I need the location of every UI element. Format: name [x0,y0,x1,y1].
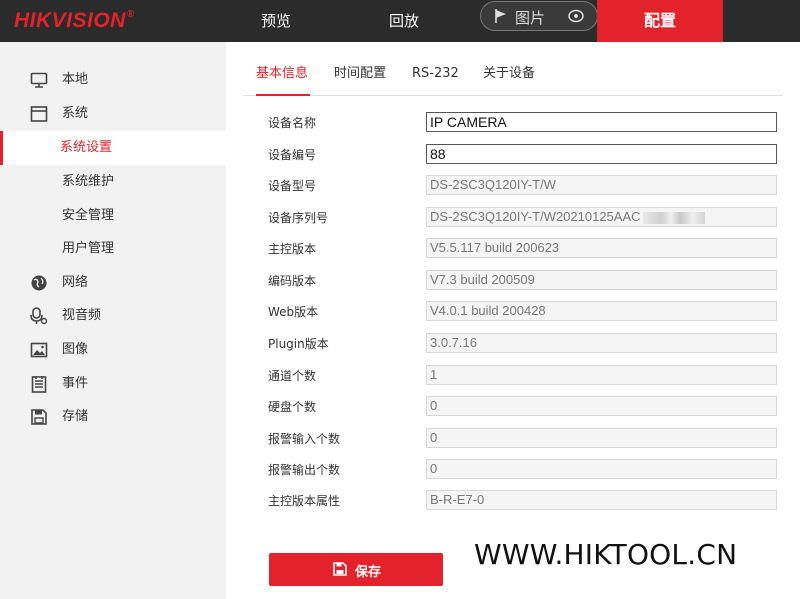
nav-picture[interactable]: 图片 [480,1,598,31]
sidebar-item-label: 用户管理 [62,241,115,256]
field-label: 主控版本 [268,242,317,256]
sidebar-item-security[interactable]: 安全管理 [0,199,226,233]
device-number-input[interactable]: 88 [426,144,777,164]
sidebar-item-users[interactable]: 用户管理 [0,232,226,266]
hdd-count-field: 0 [426,396,777,416]
main-version-field: V5.5.117 build 200623 [426,238,777,258]
serial-number-field: DS-2SC3Q120IY-T/W20210125AAC [426,207,777,227]
encode-version-field: V7.3 build 200509 [426,270,777,290]
sidebar-item-system-maintenance[interactable]: 系统维护 [0,165,226,199]
field-label: 设备名称 [268,116,317,130]
sidebar-item-event[interactable]: 事件 [0,367,226,401]
field-label: 通道个数 [268,369,317,383]
channel-count-field: 1 [426,365,777,385]
monitor-icon [30,72,48,88]
tab-about-device[interactable]: 关于设备 [483,58,539,96]
eye-icon [568,9,584,23]
field-label: 设备编号 [268,148,317,162]
registered-mark: ® [126,9,135,20]
field-label: 报警输出个数 [268,463,341,477]
microphone-icon [30,307,48,325]
sidebar-item-label: 安全管理 [62,208,115,223]
tab-basic-info[interactable]: 基本信息 [256,58,310,96]
sidebar-item-label: 系统设置 [60,140,113,155]
device-name-input[interactable]: IP CAMERA [426,112,777,132]
nav-picture-label: 图片 [515,9,546,27]
sidebar-item-label: 视音频 [62,308,102,323]
sidebar-item-label: 图像 [62,342,89,357]
nav-preview[interactable]: 预览 [238,0,314,42]
top-navigation-bar: HIKVISION® 预览 回放 图片 配置 [0,0,800,42]
save-button-label: 保存 [355,565,382,580]
field-label: 报警输入个数 [268,432,341,446]
device-model-field: DS-2SC3Q120IY-T/W [426,175,777,195]
alarm-output-count-field: 0 [426,459,777,479]
field-label: Plugin版本 [268,337,329,351]
globe-icon [31,275,47,291]
nav-playback[interactable]: 回放 [366,0,442,42]
alarm-input-count-field: 0 [426,428,777,448]
save-disk-icon [31,409,47,425]
tab-time-settings[interactable]: 时间配置 [334,58,390,96]
sidebar-item-label: 系统 [62,106,89,121]
system-window-icon [30,106,48,122]
serial-number-value: DS-2SC3Q120IY-T/W20210125AAC [430,209,641,224]
sidebar-item-label: 存储 [62,409,89,424]
sidebar-item-local[interactable]: 本地 [0,63,226,97]
event-list-icon [31,376,47,393]
sidebar-item-label: 本地 [62,72,89,87]
sidebar-item-label: 网络 [62,275,89,290]
web-version-field: V4.0.1 build 200428 [426,301,777,321]
sidebar-item-audio-video[interactable]: 视音频 [0,299,226,333]
sidebar-item-system-settings[interactable]: 系统设置 [0,131,226,165]
sidebar-item-label: 系统维护 [62,174,115,189]
tab-rs232[interactable]: RS-232 [412,58,462,96]
save-button[interactable]: 保存 [269,553,443,586]
field-label: 主控版本属性 [268,494,341,508]
sidebar-item-system[interactable]: 系统 [0,97,226,131]
hikvision-logo: HIKVISION® [14,9,135,33]
plugin-version-field: 3.0.7.16 [426,333,777,353]
sidebar-item-network[interactable]: 网络 [0,266,226,300]
field-label: 编码版本 [268,274,317,288]
main-version-attr-field: B-R-E7-0 [426,490,777,510]
logo-text: HIKVISION [14,9,126,32]
field-label: 设备序列号 [268,211,329,225]
image-icon [30,342,48,358]
field-label: 设备型号 [268,179,317,193]
sidebar-item-label: 事件 [62,376,89,391]
watermark-text: WWW.HIKTOOL.CN [474,538,738,571]
sidebar: 本地 系统 系统设置 系统维护 安全管理 用户管理 网络 视音频 图像 事件 存… [0,42,226,599]
config-tabs: 基本信息 时间配置 RS-232 关于设备 [243,58,783,96]
nav-config[interactable]: 配置 [597,0,723,42]
sidebar-item-storage[interactable]: 存储 [0,400,226,434]
redacted-blur [642,211,705,224]
save-disk-icon [333,562,347,576]
field-label: 硬盘个数 [268,400,317,414]
sidebar-item-image[interactable]: 图像 [0,333,226,367]
field-label: Web版本 [268,305,319,319]
flag-icon [495,9,506,23]
